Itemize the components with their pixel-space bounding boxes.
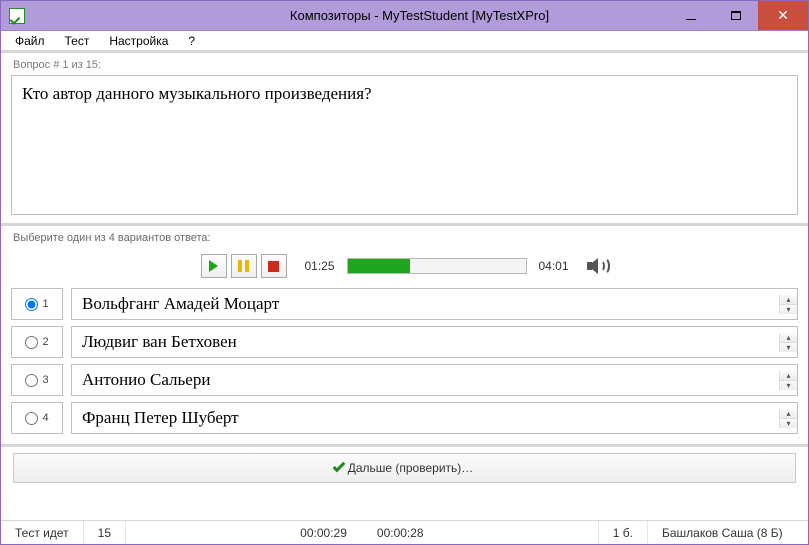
answer-number: 2 bbox=[42, 336, 48, 348]
answer-radio-cell[interactable]: 4 bbox=[11, 402, 63, 434]
answer-row: 2 Людвиг ван Бетховен ▴▾ bbox=[11, 326, 798, 358]
chevron-down-icon[interactable]: ▾ bbox=[780, 381, 797, 390]
chevron-down-icon[interactable]: ▾ bbox=[780, 343, 797, 352]
answer-scroll[interactable]: ▴▾ bbox=[779, 333, 797, 352]
answer-radio-2[interactable] bbox=[25, 336, 38, 349]
minimize-button[interactable] bbox=[668, 1, 713, 30]
stop-icon bbox=[268, 261, 279, 272]
question-counter: Вопрос # 1 из 15: bbox=[13, 59, 798, 71]
answer-row: 1 Вольфганг Амадей Моцарт ▴▾ bbox=[11, 288, 798, 320]
chevron-up-icon[interactable]: ▴ bbox=[780, 409, 797, 419]
chevron-down-icon[interactable]: ▾ bbox=[780, 419, 797, 428]
answer-scroll[interactable]: ▴▾ bbox=[779, 371, 797, 390]
status-time-elapsed: 00:00:29 bbox=[300, 526, 347, 540]
play-button[interactable] bbox=[201, 254, 227, 278]
player-total-time: 04:01 bbox=[535, 259, 573, 273]
status-score: 1 б. bbox=[599, 521, 648, 544]
status-user: Башлаков Саша (8 Б) bbox=[648, 521, 808, 544]
stop-button[interactable] bbox=[261, 254, 287, 278]
answer-radio-cell[interactable]: 3 bbox=[11, 364, 63, 396]
answer-scroll[interactable]: ▴▾ bbox=[779, 409, 797, 428]
player-current-time: 01:25 bbox=[301, 259, 339, 273]
menu-bar: Файл Тест Настройка ? bbox=[1, 31, 808, 53]
menu-help[interactable]: ? bbox=[180, 32, 203, 50]
answer-radio-3[interactable] bbox=[25, 374, 38, 387]
question-text-box: Кто автор данного музыкального произведе… bbox=[11, 75, 798, 215]
answer-number: 1 bbox=[42, 298, 48, 310]
close-button[interactable]: ✕ bbox=[758, 1, 808, 30]
chevron-down-icon[interactable]: ▾ bbox=[780, 305, 797, 314]
next-check-button[interactable]: Дальше (проверить)… bbox=[13, 453, 796, 483]
menu-test[interactable]: Тест bbox=[57, 32, 98, 50]
answer-text: Антонио Сальери bbox=[72, 370, 779, 390]
answer-box[interactable]: Вольфганг Амадей Моцарт ▴▾ bbox=[71, 288, 798, 320]
window-controls: ✕ bbox=[668, 1, 808, 30]
audio-player: 01:25 04:01 bbox=[11, 254, 798, 278]
answer-radio-cell[interactable]: 1 bbox=[11, 288, 63, 320]
answer-instruction: Выберите один из 4 вариантов ответа: bbox=[13, 232, 798, 244]
answer-text: Франц Петер Шуберт bbox=[72, 408, 779, 428]
answer-row: 3 Антонио Сальери ▴▾ bbox=[11, 364, 798, 396]
status-total-questions: 15 bbox=[84, 521, 126, 544]
answer-number: 4 bbox=[42, 412, 48, 424]
title-bar: Композиторы - MyTestStudent [MyTestXPro]… bbox=[1, 1, 808, 31]
chevron-up-icon[interactable]: ▴ bbox=[780, 295, 797, 305]
answer-row: 4 Франц Петер Шуберт ▴▾ bbox=[11, 402, 798, 434]
status-state: Тест идет bbox=[1, 521, 84, 544]
status-time-remaining: 00:00:28 bbox=[377, 526, 424, 540]
chevron-up-icon[interactable]: ▴ bbox=[780, 371, 797, 381]
maximize-button[interactable] bbox=[713, 1, 758, 30]
next-button-label: Дальше (проверить)… bbox=[348, 461, 474, 475]
answers-list: 1 Вольфганг Амадей Моцарт ▴▾ 2 Людвиг ва… bbox=[11, 288, 798, 434]
answer-box[interactable]: Франц Петер Шуберт ▴▾ bbox=[71, 402, 798, 434]
menu-settings[interactable]: Настройка bbox=[101, 32, 176, 50]
pause-button[interactable] bbox=[231, 254, 257, 278]
answer-box[interactable]: Антонио Сальери ▴▾ bbox=[71, 364, 798, 396]
pause-icon bbox=[238, 260, 249, 272]
volume-icon[interactable] bbox=[587, 255, 609, 277]
answer-box[interactable]: Людвиг ван Бетховен ▴▾ bbox=[71, 326, 798, 358]
chevron-up-icon[interactable]: ▴ bbox=[780, 333, 797, 343]
answer-text: Людвиг ван Бетховен bbox=[72, 332, 779, 352]
answer-scroll[interactable]: ▴▾ bbox=[779, 295, 797, 314]
checkmark-icon bbox=[332, 460, 345, 473]
answer-text: Вольфганг Амадей Моцарт bbox=[72, 294, 779, 314]
app-icon bbox=[9, 8, 25, 24]
menu-file[interactable]: Файл bbox=[7, 32, 53, 50]
player-progress-bar[interactable] bbox=[347, 258, 527, 274]
player-progress-fill bbox=[348, 259, 410, 273]
status-bar: Тест идет 15 00:00:29 00:00:28 1 б. Башл… bbox=[1, 520, 808, 544]
answer-number: 3 bbox=[42, 374, 48, 386]
answer-radio-cell[interactable]: 2 bbox=[11, 326, 63, 358]
answer-radio-1[interactable] bbox=[25, 298, 38, 311]
play-icon bbox=[209, 260, 218, 272]
answer-radio-4[interactable] bbox=[25, 412, 38, 425]
question-text: Кто автор данного музыкального произведе… bbox=[22, 84, 372, 103]
